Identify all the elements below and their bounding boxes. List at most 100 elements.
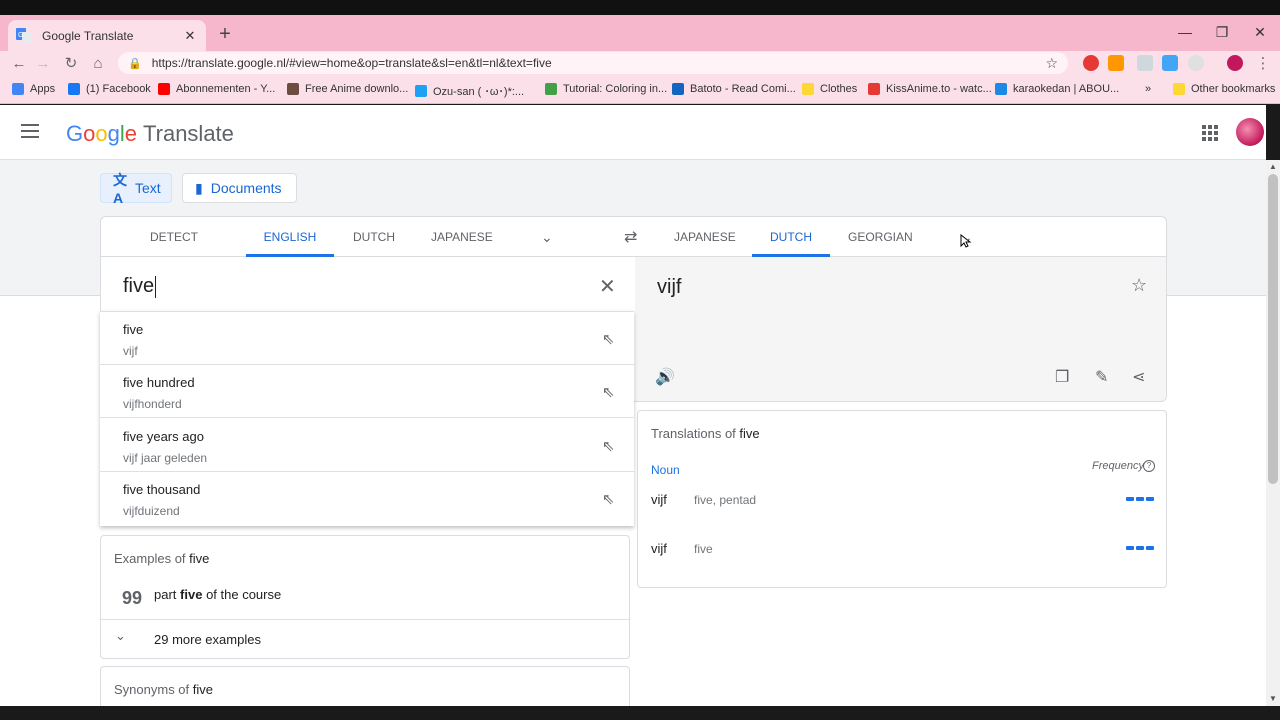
translation-text: vijf — [657, 276, 682, 298]
lang-source-dutch[interactable]: DUTCH — [353, 217, 395, 257]
expand-chevron-down-icon[interactable]: ⌄ — [115, 628, 126, 644]
frequency-label: Frequency — [1092, 460, 1144, 472]
tab-close-icon[interactable]: ✕ — [182, 28, 198, 44]
google-translate-favicon-icon: G — [16, 27, 32, 44]
restore-icon[interactable]: ❐ — [1208, 18, 1236, 46]
minimize-icon[interactable]: — — [1171, 18, 1199, 46]
kissanime-icon — [868, 83, 880, 95]
translation-word: vijf — [651, 541, 667, 556]
suggestion-source: five — [123, 322, 144, 337]
extension-icon[interactable] — [1188, 55, 1204, 71]
suggestion-item[interactable]: five vijf ⇖ — [100, 312, 634, 365]
reverse-translations: five — [694, 542, 713, 556]
lang-target-dutch[interactable]: DUTCH — [752, 217, 830, 257]
extension-icon[interactable] — [1162, 55, 1178, 71]
opera-extension-icon[interactable] — [1083, 55, 1099, 71]
product-name: Translate — [143, 121, 234, 146]
suggestion-translation: vijfduizend — [123, 504, 180, 518]
bookmark-batoto[interactable]: Batoto - Read Comi... — [672, 83, 796, 95]
more-examples-link[interactable]: 29 more examples — [154, 632, 261, 647]
text-mode-button[interactable]: 文A Text — [100, 172, 172, 206]
back-icon[interactable]: ← — [8, 53, 30, 75]
scrollbar-thumb[interactable] — [1268, 174, 1278, 484]
tab-title: Google Translate — [42, 28, 134, 43]
fill-suggestion-arrow-icon[interactable]: ⇖ — [602, 330, 615, 348]
help-question-icon[interactable]: ? — [1143, 460, 1155, 472]
leaf-icon — [545, 83, 557, 95]
share-icon[interactable]: ⋖ — [1132, 367, 1145, 387]
suggestion-translation: vijf — [123, 344, 138, 358]
folder-icon — [802, 83, 814, 95]
suggestion-source: five hundred — [123, 375, 195, 390]
youtube-icon — [158, 83, 170, 95]
batoto-icon — [672, 83, 684, 95]
address-bar[interactable]: 🔒 https://translate.google.nl/#view=home… — [118, 52, 1068, 74]
hamburger-menu-icon[interactable] — [21, 124, 39, 138]
suggestion-item[interactable]: five hundred vijfhonderd ⇖ — [100, 365, 634, 418]
lang-source-japanese[interactable]: JAPANESE — [431, 217, 493, 257]
bookmark-karaokedan[interactable]: karaokedan | ABOU... — [995, 83, 1119, 95]
window-close-icon[interactable]: ✕ — [1246, 18, 1274, 46]
profile-icon[interactable] — [1227, 55, 1243, 71]
bookmark-clothes[interactable]: Clothes — [802, 83, 857, 95]
extension-icon[interactable] — [1108, 55, 1124, 71]
karaoke-icon — [995, 83, 1007, 95]
source-more-languages-chevron-down-icon[interactable]: ⌄ — [541, 229, 553, 246]
scroll-down-icon[interactable]: ▼ — [1269, 694, 1277, 703]
bookmark-tutorial[interactable]: Tutorial: Coloring in... — [545, 83, 667, 95]
menu-dots-icon[interactable]: ⋮ — [1252, 53, 1274, 75]
bookmark-other[interactable]: Other bookmarks — [1173, 83, 1275, 95]
url-text: https://translate.google.nl/#view=home&o… — [151, 56, 552, 70]
lang-target-georgian[interactable]: GEORGIAN — [848, 217, 913, 257]
bookmark-facebook[interactable]: (1) Facebook — [68, 83, 151, 95]
home-icon[interactable]: ⌂ — [87, 53, 109, 75]
suggestion-item[interactable]: five thousand vijfduizend ⇖ — [100, 472, 634, 525]
google-apps-icon[interactable] — [1202, 125, 1218, 141]
new-tab-button[interactable]: + — [214, 24, 236, 46]
extension-icon[interactable] — [1137, 55, 1153, 71]
save-translation-star-icon[interactable]: ☆ — [1131, 275, 1147, 296]
fill-suggestion-arrow-icon[interactable]: ⇖ — [602, 490, 615, 508]
bookmark-apps[interactable]: Apps — [12, 83, 55, 95]
frequency-bars — [1126, 546, 1154, 550]
folder-icon — [1173, 83, 1185, 95]
lang-detect[interactable]: DETECT LANGUAGE — [120, 217, 228, 284]
suggestion-source: five thousand — [123, 482, 201, 497]
bookmark-kissanime[interactable]: KissAnime.to - watc... — [868, 83, 992, 95]
bookmarks-overflow[interactable]: » — [1145, 83, 1151, 95]
translation-row[interactable]: vijf five, pentad — [651, 492, 1166, 512]
forward-icon[interactable]: → — [32, 53, 54, 75]
reverse-translations: five, pentad — [694, 493, 757, 507]
bookmark-twitter[interactable]: Ozu-san ( ･ω･)*:... — [415, 83, 524, 99]
edit-pencil-icon[interactable]: ✎ — [1095, 367, 1108, 387]
documents-mode-button[interactable]: ▮ Documents — [182, 173, 297, 203]
fill-suggestion-arrow-icon[interactable]: ⇖ — [602, 383, 615, 401]
reload-icon[interactable]: ↻ — [60, 53, 82, 75]
clear-source-close-icon[interactable]: ✕ — [599, 274, 616, 299]
fill-suggestion-arrow-icon[interactable]: ⇖ — [602, 437, 615, 455]
translations-title: Translations of five — [651, 426, 760, 441]
account-avatar[interactable] — [1236, 118, 1264, 146]
google-translate-page: Google Translate 文A Text ▮ Documents DETE… — [0, 105, 1266, 706]
translations-card: Translations of five Noun Frequency ? vi… — [637, 410, 1167, 588]
bookmark-anime[interactable]: Free Anime downlo... — [287, 83, 408, 95]
facebook-icon — [68, 83, 80, 95]
browser-tab[interactable]: G Google Translate ✕ — [8, 20, 206, 51]
lang-source-english[interactable]: ENGLISH — [246, 217, 334, 257]
scroll-up-icon[interactable]: ▲ — [1269, 162, 1277, 171]
bookmark-star-icon[interactable]: ☆ — [1045, 55, 1058, 72]
bookmarks-bar: Apps (1) Facebook Abonnementen - Y... Fr… — [0, 77, 1280, 104]
google-translate-logo[interactable]: Google Translate — [66, 121, 234, 147]
suggestion-item[interactable]: five years ago vijf jaar geleden ⇖ — [100, 419, 634, 472]
lang-target-japanese[interactable]: JAPANESE — [674, 217, 736, 257]
copy-icon[interactable]: ❐ — [1055, 367, 1069, 387]
source-text[interactable]: five — [123, 275, 154, 297]
svg-text:G: G — [18, 32, 23, 39]
bookmark-youtube[interactable]: Abonnementen - Y... — [158, 83, 275, 95]
examples-card: Examples of five 99 part five of the cou… — [100, 535, 630, 659]
page-scrollbar[interactable]: ▲ ▼ — [1266, 160, 1280, 706]
listen-speaker-icon[interactable]: 🔊 — [655, 367, 675, 387]
swap-languages-icon[interactable]: ⇄ — [624, 227, 637, 247]
divider — [101, 619, 629, 620]
translation-row[interactable]: vijf five — [651, 541, 1166, 561]
